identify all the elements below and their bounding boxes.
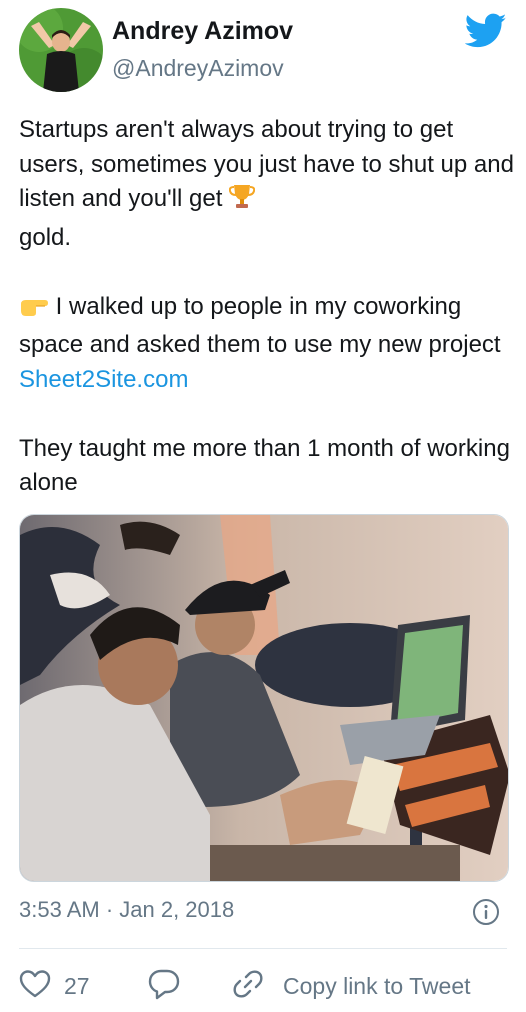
copy-link-button[interactable]: Copy link to Tweet	[231, 966, 471, 1006]
like-button[interactable]: 27	[19, 966, 90, 1006]
tweet-paragraph-1: Startups aren't always about trying to g…	[19, 113, 514, 255]
photo-coworking	[20, 515, 508, 881]
tweet-text-line: gold.	[19, 223, 72, 251]
tweet-text-line: They taught me more than 1 month of work…	[19, 434, 510, 497]
tweet-text-line: I walked up to people in my coworking sp…	[19, 292, 501, 359]
sheet2site-link[interactable]: Sheet2Site.com	[19, 366, 188, 393]
action-bar: 27 Copy link to Tweet	[19, 966, 514, 1006]
tweet-text: Startups aren't always about trying to g…	[19, 113, 514, 501]
tweet-photo[interactable]	[19, 514, 509, 882]
tweet-paragraph-3: They taught me more than 1 month of work…	[19, 432, 514, 501]
twitter-bird-icon[interactable]	[464, 13, 507, 49]
like-count: 27	[64, 972, 90, 999]
author-name[interactable]: Andrey Azimov	[112, 17, 293, 46]
link-icon	[231, 967, 265, 1006]
avatar[interactable]	[19, 8, 103, 92]
tweet-paragraph-2: I walked up to people in my coworking sp…	[19, 290, 514, 398]
avatar-photo	[19, 8, 103, 92]
reply-bubble-icon	[147, 968, 181, 1005]
copy-link-label: Copy link to Tweet	[283, 972, 471, 999]
info-icon[interactable]	[472, 898, 500, 926]
trophy-emoji	[228, 182, 256, 221]
heart-icon	[19, 969, 51, 1004]
divider	[19, 948, 507, 949]
tweet-text-line: Startups aren't always about trying to g…	[19, 116, 514, 212]
tweet-timestamp[interactable]: 3:53 AM · Jan 2, 2018	[19, 897, 234, 923]
reply-button[interactable]	[147, 966, 181, 1006]
pointing-right-emoji	[19, 294, 49, 329]
author-handle[interactable]: @AndreyAzimov	[112, 55, 284, 82]
